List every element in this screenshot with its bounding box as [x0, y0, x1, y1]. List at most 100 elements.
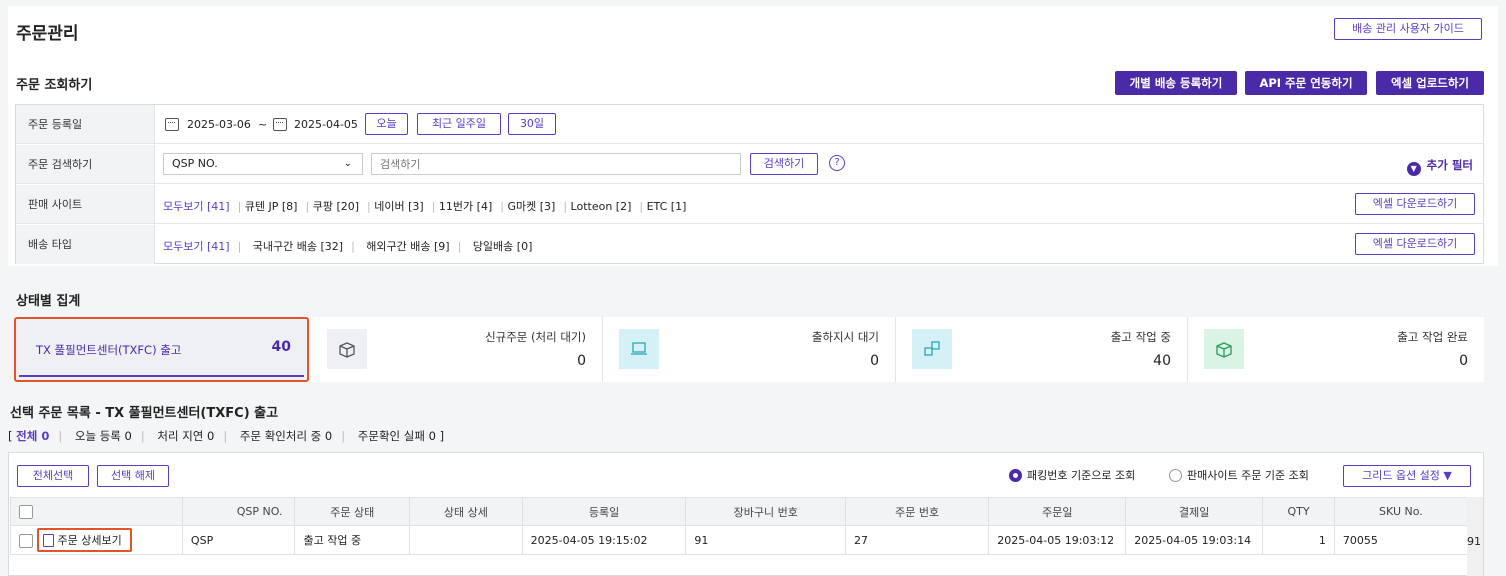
date-from[interactable]: 2025-03-06 [187, 118, 251, 131]
page-title: 주문관리 [16, 24, 79, 44]
filter-row-site: 판매 사이트 모두보기 [41] | 큐텐 JP [8] | 쿠팡 [20] | 네이… [16, 185, 1483, 224]
order-table: QSP NO. 주문 상태 상태 상세 등록일 장바구니 번호 주문 번호 주문… [10, 497, 1469, 555]
ship-type-item[interactable]: 해외구간 배송 [9] [366, 240, 449, 253]
excel-download-button[interactable]: 엑셀 다운로드하기 [1355, 233, 1475, 255]
order-detail-button[interactable]: 주문 상세보기 [36, 528, 132, 552]
status-card-count: 0 [1459, 353, 1468, 369]
status-card-label: 출고 작업 중 [1110, 330, 1171, 344]
status-card-count: 40 [1153, 353, 1171, 369]
tab-delayed[interactable]: 처리 지연 0 [157, 429, 214, 443]
add-filter-toggle[interactable]: ▼ 추가 필터 [1406, 157, 1473, 176]
status-card-label: 신규주문 (처리 대기) [485, 330, 586, 344]
radio-checked-icon [1009, 469, 1022, 482]
tab-today[interactable]: 오늘 등록 0 [75, 429, 132, 443]
api-order-link-button[interactable]: API 주문 연동하기 [1245, 71, 1367, 95]
tab-confirm-failed[interactable]: 주문확인 실패 0 [358, 429, 436, 443]
site-filter-item[interactable]: G마켓 [3] [507, 200, 555, 213]
ship-type-item[interactable]: 당일배송 [0] [473, 240, 533, 253]
cell-sku: 70055 [1333, 525, 1469, 555]
column-header[interactable]: SKU No. [1333, 497, 1469, 526]
order-list-title: 선택 주문 목록 - TX 풀필먼트센터(TXFC) 출고 [10, 406, 279, 421]
status-card-label: TX 풀필먼트센터(TXFC) 출고 [36, 343, 182, 357]
deselect-button[interactable]: 선택 해제 [97, 465, 169, 487]
site-filter-item[interactable]: 네이버 [3] [374, 200, 423, 213]
search-section-title: 주문 조회하기 [16, 78, 93, 93]
column-header[interactable]: 등록일 [521, 497, 687, 526]
search-type-select[interactable]: QSP NO. ⌄ [163, 153, 363, 175]
ship-type-item[interactable]: 모두보기 [41] [163, 240, 230, 253]
search-button[interactable]: 검색하기 [750, 153, 818, 175]
filter-label: 주문 검색하기 [16, 145, 155, 183]
filter-table: 주문 등록일 2025-03-06 ~ 2025-04-05 오늘 최근 일주일… [15, 104, 1484, 264]
cell-cart-no: 91 [685, 525, 847, 555]
calendar-icon[interactable] [273, 118, 287, 131]
status-card-new[interactable]: 신규주문 (처리 대기) 0 [311, 317, 603, 382]
select-all-button[interactable]: 전체선택 [17, 465, 89, 487]
site-filter-item[interactable]: 큐텐 JP [8] [245, 200, 298, 213]
column-header[interactable]: QSP NO. [181, 497, 296, 526]
status-card-shipping-wait[interactable]: 출하지시 대기 0 [603, 317, 896, 382]
order-list-tabs: [ 전체 0 | 오늘 등록 0 | 처리 지연 0 | 주문 확인처리 중 0 | 주… [8, 429, 445, 443]
cell-order-date: 2025-04-05 19:03:12 [988, 525, 1127, 555]
site-filter-item[interactable]: 쿠팡 [20] [313, 200, 359, 213]
user-guide-button[interactable]: 배송 관리 사용자 가이드 [1334, 18, 1482, 40]
site-filter-item[interactable]: 모두보기 [41] [163, 200, 230, 213]
site-filter-item[interactable]: 11번가 [4] [439, 200, 492, 213]
status-card-in-progress[interactable]: 출고 작업 중 40 [896, 317, 1188, 382]
calendar-icon[interactable] [165, 118, 179, 131]
boxes-icon [912, 329, 952, 369]
column-header[interactable]: 주문 상태 [294, 497, 411, 526]
add-filter-label: 추가 필터 [1426, 158, 1473, 172]
excel-download-button[interactable]: 엑셀 다운로드하기 [1355, 193, 1475, 215]
laptop-icon [619, 329, 659, 369]
table-row[interactable]: 주문 상세보기 QSP 출고 작업 중 2025-04-05 19:15:02 … [10, 525, 1469, 555]
header-checkbox[interactable] [19, 504, 33, 519]
filter-row-date: 주문 등록일 2025-03-06 ~ 2025-04-05 오늘 최근 일주일… [16, 105, 1483, 144]
status-card-complete[interactable]: 출고 작업 완료 0 [1188, 317, 1484, 382]
grid-option-button[interactable]: 그리드 옵션 설정 ▼ [1343, 465, 1471, 487]
cell-reg-date: 2025-04-05 19:15:02 [521, 525, 687, 555]
status-card-count: 0 [870, 353, 879, 369]
row-checkbox[interactable] [19, 534, 33, 548]
cell-status-detail [409, 525, 523, 555]
site-filter-item[interactable]: Lotteon [2] [571, 200, 632, 213]
status-card-selected[interactable]: TX 풀필먼트센터(TXFC) 출고 40 [14, 317, 309, 382]
column-header[interactable]: 결제일 [1125, 497, 1264, 526]
register-shipment-button[interactable]: 개별 배송 등록하기 [1115, 71, 1237, 95]
order-grid: 전체선택 선택 해제 패킹번호 기준으로 조회 판매사이트 주문 기준 조회 그… [8, 452, 1484, 576]
last-week-button[interactable]: 최근 일주일 [417, 113, 501, 135]
filter-label: 판매 사이트 [16, 185, 155, 223]
radio-packing[interactable]: 패킹번호 기준으로 조회 [1009, 467, 1135, 483]
search-input[interactable] [371, 153, 741, 175]
column-header[interactable]: 상태 상세 [409, 497, 523, 526]
cell-overflow: 91 [1467, 535, 1481, 548]
status-card-label: 출하지시 대기 [811, 330, 879, 344]
excel-upload-button[interactable]: 엑셀 업로드하기 [1376, 71, 1484, 95]
chevron-down-icon: ⌄ [343, 158, 352, 169]
tab-all[interactable]: 전체 0 [16, 429, 49, 443]
ship-type-filter-list: 모두보기 [41] | 국내구간 배송 [32] | 해외구간 배송 [9] | 당일… [163, 240, 533, 253]
column-header[interactable]: 주문일 [988, 497, 1127, 526]
filter-label: 주문 등록일 [16, 105, 155, 143]
site-filter-item[interactable]: ETC [1] [647, 200, 687, 213]
column-header[interactable]: 주문 번호 [845, 497, 990, 526]
cell-status: 출고 작업 중 [294, 525, 411, 555]
filter-row-search: 주문 검색하기 QSP NO. ⌄ 검색하기 ? ▼ 추가 필터 [16, 145, 1483, 184]
30-days-button[interactable]: 30일 [508, 113, 556, 135]
column-header[interactable]: 장바구니 번호 [685, 497, 847, 526]
status-card-count: 0 [577, 353, 586, 369]
today-button[interactable]: 오늘 [365, 113, 408, 135]
cell-order-no: 27 [845, 525, 990, 555]
radio-site-order[interactable]: 판매사이트 주문 기준 조회 [1169, 467, 1309, 483]
status-summary-title: 상태별 집계 [16, 294, 81, 309]
tab-confirming[interactable]: 주문 확인처리 중 0 [240, 429, 332, 443]
filter-label: 배송 타입 [16, 225, 155, 264]
column-header[interactable]: QTY [1262, 497, 1335, 526]
ship-type-item[interactable]: 국내구간 배송 [32] [253, 240, 343, 253]
help-icon[interactable]: ? [829, 155, 845, 171]
document-icon [42, 534, 54, 547]
site-filter-list: 모두보기 [41] | 큐텐 JP [8] | 쿠팡 [20] | 네이버 [3] | … [163, 200, 687, 213]
status-card-label: 출고 작업 완료 [1397, 330, 1468, 344]
date-to[interactable]: 2025-04-05 [294, 118, 358, 131]
filter-row-ship-type: 배송 타입 모두보기 [41] | 국내구간 배송 [32] | 해외구간 배송 [… [16, 225, 1483, 264]
